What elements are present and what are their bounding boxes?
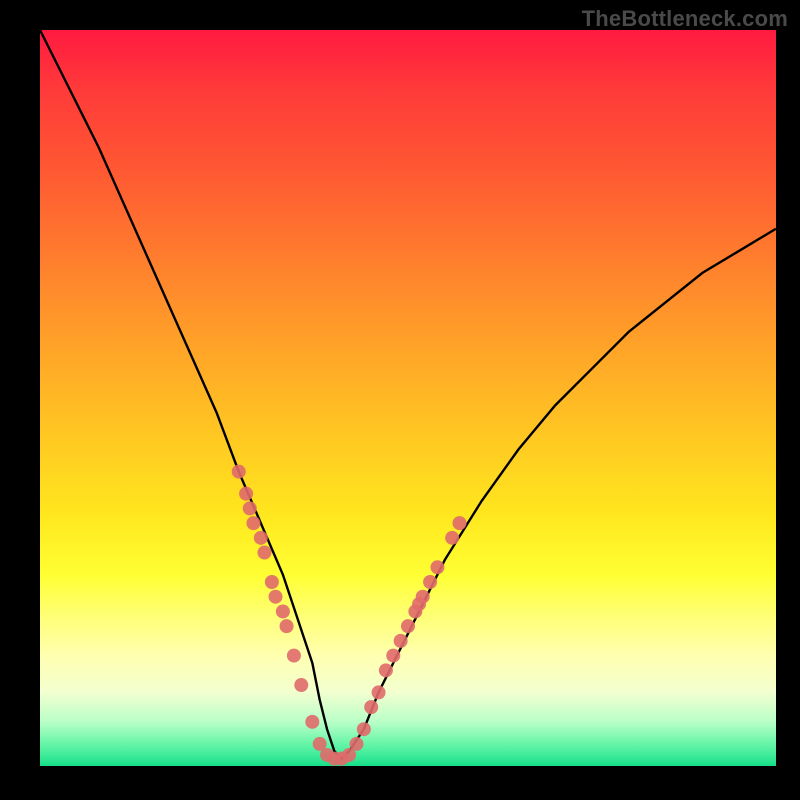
data-point [394, 634, 408, 648]
data-point [305, 715, 319, 729]
data-point [246, 516, 260, 530]
data-point [287, 649, 301, 663]
plot-area [40, 30, 776, 766]
data-point [254, 531, 268, 545]
data-point [379, 663, 393, 677]
data-point [386, 649, 400, 663]
data-point [294, 678, 308, 692]
data-point-group [232, 465, 467, 766]
bottleneck-curve [40, 30, 776, 759]
data-point [232, 465, 246, 479]
data-point [276, 604, 290, 618]
data-point [239, 487, 253, 501]
data-point [265, 575, 279, 589]
data-point [357, 722, 371, 736]
watermark-text: TheBottleneck.com [582, 6, 788, 32]
data-point [401, 619, 415, 633]
chart-svg [40, 30, 776, 766]
data-point [269, 590, 283, 604]
data-point [257, 546, 271, 560]
data-point [280, 619, 294, 633]
data-point [430, 560, 444, 574]
data-point [243, 501, 257, 515]
data-point [349, 737, 363, 751]
data-point [416, 590, 430, 604]
data-point [453, 516, 467, 530]
data-point [364, 700, 378, 714]
data-point [372, 685, 386, 699]
chart-frame: TheBottleneck.com [0, 0, 800, 800]
data-point [445, 531, 459, 545]
data-point [423, 575, 437, 589]
